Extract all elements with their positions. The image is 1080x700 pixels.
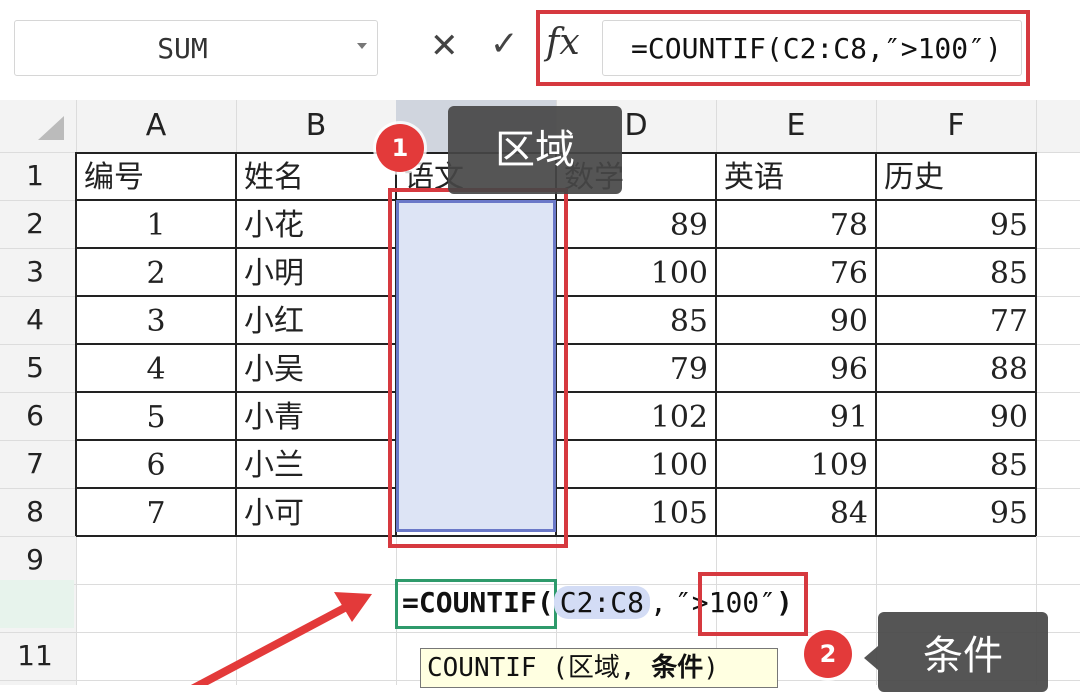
arrow-icon (190, 592, 372, 685)
